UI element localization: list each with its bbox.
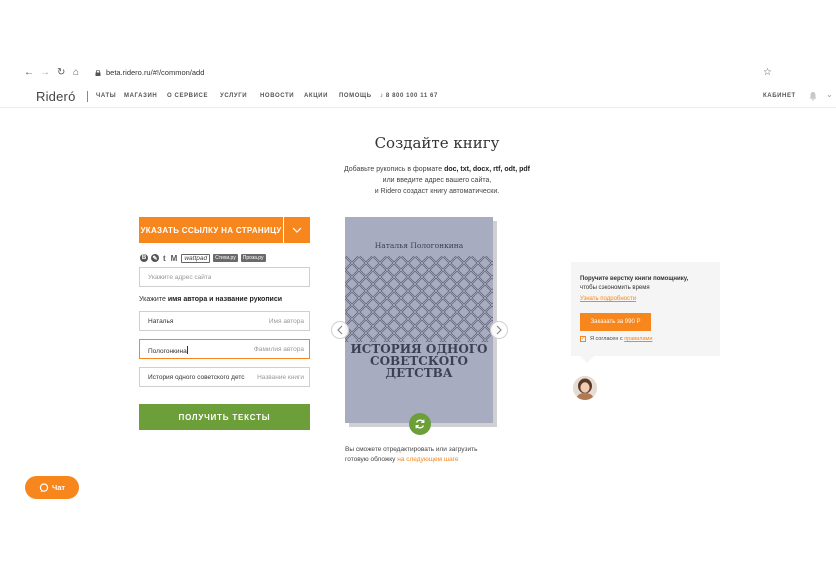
chevron-left-icon xyxy=(337,325,343,335)
helper-tail xyxy=(580,356,594,363)
proza-icon[interactable]: Проза.ру xyxy=(240,254,266,262)
get-texts-button[interactable]: ПОЛУЧИТЬ ТЕКСТЫ xyxy=(139,404,310,430)
intro-line2: или введите адрес вашего сайта, xyxy=(382,177,492,184)
tumblr-icon[interactable]: t xyxy=(162,254,167,263)
site-header: Rideró ЧАТЫ МАГАЗИН О СЕРВИСЕ УСЛУГИ НОВ… xyxy=(0,86,836,108)
refresh-icon xyxy=(415,419,425,429)
agree-checkbox[interactable]: ✓ xyxy=(580,336,586,342)
arrow-left-icon[interactable]: ← xyxy=(24,64,34,82)
last-name-value: Пологонкина xyxy=(148,348,187,355)
order-layout-button[interactable]: Заказать за 990 Р xyxy=(580,313,651,331)
text-cursor xyxy=(186,346,188,354)
wattpad-icon[interactable]: wattpad xyxy=(181,253,211,263)
cover-author: Наталья Пологонкина xyxy=(374,241,464,250)
lock-icon xyxy=(95,70,101,76)
cabinet-link[interactable]: КАБИНЕТ xyxy=(763,93,796,99)
reload-icon[interactable]: ↻ xyxy=(57,64,65,82)
book-title-input[interactable]: История одного советского детс Название … xyxy=(139,367,310,387)
nav-item-shop[interactable]: МАГАЗИН xyxy=(124,93,157,99)
last-name-placeholder: Фамилия автора xyxy=(251,346,304,353)
chevron-right-icon xyxy=(496,325,502,335)
cover-title-line3: ДЕТСТВА xyxy=(385,366,453,380)
prev-cover-button[interactable] xyxy=(331,321,349,339)
bookmark-star-icon[interactable]: ☆ xyxy=(763,64,772,82)
nav-item-help[interactable]: ПОМОЩЬ xyxy=(339,93,372,99)
cover-title: ИСТОРИЯ ОДНОГО СОВЕТСКОГО ДЕТСТВА xyxy=(345,343,493,379)
book-title-value: История одного советского детс xyxy=(148,374,245,381)
nav-item-about[interactable]: О СЕРВИСЕ xyxy=(167,93,208,99)
home-icon[interactable]: ⌂ xyxy=(73,64,79,82)
cover-note-prefix: готовую обложку xyxy=(345,456,398,463)
book-cover-preview: Наталья Пологонкина ИСТОРИЯ ОДНОГО СОВЕТ… xyxy=(345,217,493,423)
source-dropdown-button[interactable] xyxy=(284,217,310,243)
chevron-down-icon xyxy=(292,227,302,233)
nav-item-news[interactable]: НОВОСТИ xyxy=(260,93,294,99)
nav-item-promos[interactable]: АКЦИИ xyxy=(304,93,328,99)
assistant-avatar xyxy=(573,376,597,400)
cover-note: Вы сможете отредактировать или загрузить… xyxy=(345,445,505,465)
last-name-text: Пологонкина xyxy=(148,346,188,355)
intro-line3: и Ridero создаст книгу автоматически. xyxy=(374,188,500,195)
agree-text: Я согласен с правилами xyxy=(590,336,652,342)
cover-lattice-pattern xyxy=(345,256,493,342)
last-name-input[interactable]: Пологонкина Фамилия автора xyxy=(139,339,310,359)
address-bar[interactable]: beta.ridero.ru/#!/common/add xyxy=(106,64,204,82)
site-url-input[interactable]: Укажите адрес сайта xyxy=(139,267,310,287)
nav-item-chats[interactable]: ЧАТЫ xyxy=(96,93,116,99)
chat-label: Чат xyxy=(51,483,66,492)
author-label-bold: имя автора и название рукописи xyxy=(167,296,283,303)
chat-button[interactable]: Чат xyxy=(25,476,79,499)
first-name-value: Наталья xyxy=(148,318,174,325)
next-step-link[interactable]: на следующем шаге xyxy=(397,456,458,463)
regenerate-cover-button[interactable] xyxy=(409,413,431,435)
intro-prefix: Добавьте рукопись в формате xyxy=(343,166,445,173)
agree-prefix: Я согласен с xyxy=(590,336,625,342)
link-to-page-button[interactable]: УКАЗАТЬ ССЫЛКУ НА СТРАНИЦУ xyxy=(139,217,283,243)
chat-bubble-icon xyxy=(39,482,49,492)
author-label: Укажите имя автора и название рукописи xyxy=(139,296,282,303)
blogger-icon[interactable]: B xyxy=(140,254,148,262)
intro-formats: doc, txt, docx, rtf, odt, pdf xyxy=(444,166,531,173)
phone-number[interactable]: ♪ 8 800 100 11 67 xyxy=(380,93,438,99)
chevron-down-icon[interactable]: ⌄ xyxy=(826,90,833,99)
browser-toolbar: ← → ↻ ⌂ beta.ridero.ru/#!/common/add ☆ xyxy=(0,64,836,82)
site-url-placeholder: Укажите адрес сайта xyxy=(148,274,212,281)
bell-icon[interactable] xyxy=(808,91,818,101)
social-sources: B ✎ t M wattpad Стихи.ру Проза.ру xyxy=(140,253,266,263)
helper-line2: чтобы сэкономить время xyxy=(580,285,650,291)
first-name-input[interactable]: Наталья Имя автора xyxy=(139,311,310,331)
nav-item-services[interactable]: УСЛУГИ xyxy=(220,93,247,99)
livejournal-icon[interactable]: ✎ xyxy=(151,254,159,262)
author-label-prefix: Укажите xyxy=(139,296,168,303)
stihi-icon[interactable]: Стихи.ру xyxy=(213,254,238,262)
assistant-photo xyxy=(573,376,597,400)
intro-text: Добавьте рукопись в формате doc, txt, do… xyxy=(300,164,574,197)
logo[interactable]: Rideró xyxy=(36,89,76,104)
book-title-placeholder: Название книги xyxy=(255,374,304,381)
cover-note-line1: Вы сможете отредактировать или загрузить xyxy=(345,446,478,453)
arrow-right-icon[interactable]: → xyxy=(40,64,50,82)
phone-text: 8 800 100 11 67 xyxy=(385,93,438,99)
logo-divider xyxy=(87,91,88,102)
helper-text: Поручите верстку книги помощнику, чтобы … xyxy=(580,275,714,293)
next-cover-button[interactable] xyxy=(490,321,508,339)
page-title: Создайте книгу xyxy=(374,134,500,152)
helper-line1: Поручите верстку книги помощнику, xyxy=(580,276,689,282)
first-name-placeholder: Имя автора xyxy=(266,318,304,325)
details-link[interactable]: Узнать подробности xyxy=(580,296,636,302)
agree-row: ✓ Я согласен с правилами xyxy=(580,336,652,342)
medium-icon[interactable]: M xyxy=(170,254,179,263)
rules-link[interactable]: правилами xyxy=(624,336,652,342)
